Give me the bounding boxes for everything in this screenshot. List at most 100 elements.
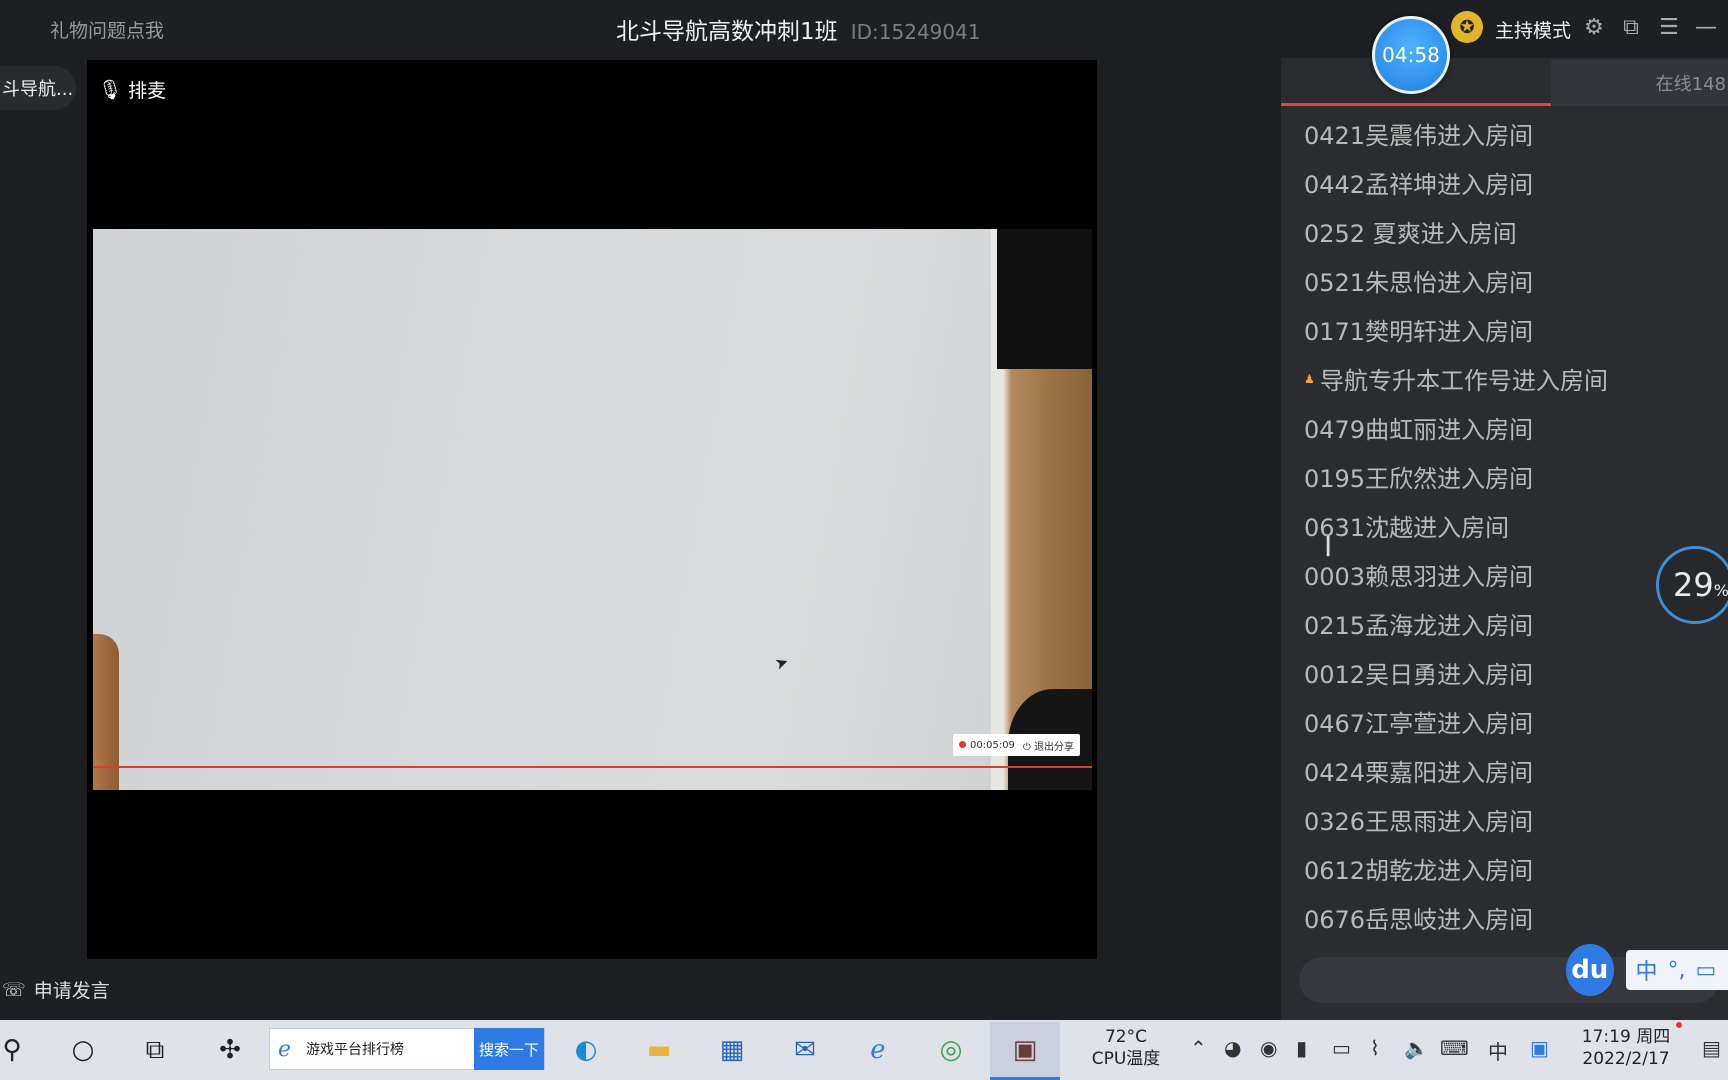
room-id: ID:15249041 bbox=[850, 20, 981, 44]
cpu-temp-label: CPU温度 bbox=[1091, 1049, 1161, 1069]
search-submit-button[interactable]: 搜索一下 bbox=[474, 1028, 544, 1070]
chat-message-user: 0479曲虹丽 bbox=[1304, 416, 1438, 444]
green-app-icon[interactable]: ◎ bbox=[931, 1030, 971, 1070]
search-box-text: 游戏平台排行榜 bbox=[306, 1042, 404, 1058]
camera-video-feed: 00:05:09 ⏻ 退出分享 bbox=[93, 229, 1092, 790]
fan-app-icon[interactable]: ✣ bbox=[210, 1030, 250, 1070]
screen-share-bar: 00:05:09 ⏻ 退出分享 bbox=[953, 734, 1081, 756]
recording-dot-icon bbox=[959, 740, 966, 748]
ie-browser-icon: ℯ bbox=[278, 1036, 292, 1062]
task-view-icon[interactable]: ⧉ bbox=[135, 1030, 175, 1070]
wifi-icon[interactable]: ⌇ bbox=[1370, 1036, 1380, 1060]
chat-message: 0003赖思羽 进入房间 bbox=[1304, 550, 1714, 599]
clock-time: 17:19 周四 bbox=[1581, 1027, 1671, 1047]
chat-message-list: 0421吴震伟 进入房间 0442孟祥坤 进入房间 0252 夏爽 进入房间 0521… bbox=[1304, 109, 1714, 942]
tab-online-users[interactable]: 在线148 bbox=[1551, 60, 1728, 106]
cpu-temperature: 72°C CPU温度 bbox=[1087, 1026, 1165, 1070]
gift-issue-link[interactable]: 礼物问题点我 bbox=[50, 16, 164, 43]
volume-icon[interactable]: 🔈 bbox=[1404, 1036, 1429, 1060]
chat-message-user: 0171樊明轩 bbox=[1304, 318, 1438, 346]
store-icon[interactable]: ▦ bbox=[712, 1030, 752, 1070]
chat-message-action: 进入房间 bbox=[1437, 906, 1534, 934]
chat-message-user: 0467江亭萱 bbox=[1304, 710, 1438, 738]
chat-message: 0012吴日勇 进入房间 bbox=[1304, 648, 1714, 697]
chat-message: 0676岳思岐 进入房间 bbox=[1304, 893, 1714, 942]
room-title: 北斗导航高数冲刺1班 bbox=[616, 19, 838, 45]
course-name-pill[interactable]: 斗导航... bbox=[0, 66, 76, 110]
chat-message-user: 0676岳思岐 bbox=[1304, 906, 1438, 934]
host-avatar[interactable]: ✪ bbox=[1451, 11, 1483, 43]
settings-gear-icon[interactable]: ⚙ bbox=[1580, 13, 1608, 41]
microphone-icon: 🎙 bbox=[98, 79, 123, 101]
file-explorer-icon[interactable]: ▬ bbox=[639, 1030, 679, 1070]
system-clock[interactable]: 17:19 周四 2022/2/17 bbox=[1576, 1026, 1676, 1070]
baidu-ime-tray-icon[interactable]: ▣ bbox=[1530, 1036, 1549, 1060]
ime-lang-toggle[interactable]: 中 bbox=[1636, 954, 1658, 986]
countdown-timer: 04:58 bbox=[1372, 16, 1450, 94]
chat-message-user: 0424栗嘉阳 bbox=[1304, 759, 1438, 787]
chat-message-user: 导航专升本工作号 bbox=[1320, 367, 1512, 395]
cpu-temp-value: 72°C bbox=[1104, 1027, 1147, 1047]
chat-message: 0631沈越 进入房间 bbox=[1304, 501, 1714, 550]
clock-date: 2022/2/17 bbox=[1582, 1049, 1670, 1069]
chat-message: 0612胡乾龙 进入房间 bbox=[1304, 844, 1714, 893]
mail-icon[interactable]: ✉ bbox=[785, 1030, 825, 1070]
microphone-tray-icon[interactable]: ▮ bbox=[1296, 1036, 1307, 1060]
exit-share-button[interactable]: ⏻ 退出分享 bbox=[1023, 738, 1074, 753]
tray-language-indicator[interactable]: 中 bbox=[1488, 1036, 1508, 1065]
ime-strip: 中 °, ▭ bbox=[1625, 950, 1728, 990]
menu-icon[interactable]: ☰ bbox=[1655, 13, 1683, 41]
ie-icon[interactable]: ℯ bbox=[858, 1030, 898, 1070]
dark-corner bbox=[997, 229, 1092, 369]
queue-mic-label: 排麦 bbox=[128, 80, 167, 102]
chat-message-action: 进入房间 bbox=[1437, 710, 1534, 738]
ime-punct-icon[interactable]: °, bbox=[1668, 958, 1686, 983]
minimize-icon[interactable]: — bbox=[1692, 13, 1720, 41]
chat-message-user: 0252 夏爽 bbox=[1304, 220, 1421, 248]
chat-message: 0195王欣然 进入房间 bbox=[1304, 452, 1714, 501]
chat-message-user: 0012吴日勇 bbox=[1304, 661, 1438, 689]
chat-message: 0171樊明轩 进入房间 bbox=[1304, 305, 1714, 354]
chat-message-user: 0442孟祥坤 bbox=[1304, 171, 1438, 199]
chat-message: 0421吴震伟 进入房间 bbox=[1304, 109, 1714, 158]
phone-icon: ☏ bbox=[2, 978, 26, 1001]
chat-message-action: 进入房间 bbox=[1413, 514, 1510, 542]
classroom-app-icon[interactable]: ▣ bbox=[1005, 1030, 1045, 1070]
chat-message: 0479曲虹丽 进入房间 bbox=[1304, 403, 1714, 452]
chat-message-user: 0631沈越 bbox=[1304, 514, 1414, 542]
apply-speak-button[interactable]: ☏ 申请发言 bbox=[2, 976, 110, 1003]
chat-message-user: 0215孟海龙 bbox=[1304, 612, 1438, 640]
apply-speak-label: 申请发言 bbox=[33, 980, 110, 1002]
host-mode-label[interactable]: 主持模式 bbox=[1495, 16, 1571, 43]
chat-message-user: 0521朱思怡 bbox=[1304, 269, 1438, 297]
popout-icon[interactable]: ⧉ bbox=[1617, 13, 1645, 41]
search-icon[interactable]: ⚲ bbox=[0, 1030, 32, 1070]
chat-message-user: 0421吴震伟 bbox=[1304, 122, 1438, 150]
cpu-percent-unit: % bbox=[1713, 580, 1728, 600]
edge-browser-icon[interactable]: ◐ bbox=[566, 1030, 606, 1070]
notification-center-icon[interactable]: ▤ bbox=[1702, 1036, 1721, 1060]
cpu-usage-gauge[interactable]: 29% bbox=[1656, 546, 1728, 624]
cpu-percent-value: 29 bbox=[1673, 566, 1714, 604]
taskbar-search-box[interactable]: ℯ 游戏平台排行榜 搜索一下 bbox=[269, 1028, 545, 1070]
room-title-group: 北斗导航高数冲刺1班 ID:15249041 bbox=[616, 12, 981, 46]
chat-tabs: 在线148 bbox=[1281, 60, 1728, 106]
recording-progress-line bbox=[93, 766, 1092, 768]
notification-dot bbox=[1676, 1022, 1682, 1028]
battery-icon[interactable]: ▭ bbox=[1332, 1036, 1351, 1060]
chat-message: 0467江亭萱 进入房间 bbox=[1304, 697, 1714, 746]
chat-message-action: 进入房间 bbox=[1437, 661, 1534, 689]
chat-message: 0326王思雨 进入房间 bbox=[1304, 795, 1714, 844]
tray-chevron-up-icon[interactable]: ⌃ bbox=[1190, 1036, 1207, 1060]
share-timer: 00:05:09 bbox=[959, 740, 1015, 751]
tray-app-icon[interactable]: ◉ bbox=[1260, 1036, 1277, 1060]
qq-icon[interactable]: ◕ bbox=[1224, 1036, 1241, 1060]
queue-mic-button[interactable]: 🎙 排麦 bbox=[98, 76, 166, 103]
chat-message-action: 进入房间 bbox=[1437, 808, 1534, 836]
keyboard-icon[interactable]: ⌨ bbox=[1440, 1036, 1469, 1060]
chat-message: 0521朱思怡 进入房间 bbox=[1304, 256, 1714, 305]
ime-screen-icon[interactable]: ▭ bbox=[1696, 958, 1717, 983]
ime-logo-icon[interactable]: du bbox=[1566, 944, 1614, 996]
chat-message: 0252 夏爽 进入房间 bbox=[1304, 207, 1714, 256]
cortana-circle-icon[interactable]: ○ bbox=[63, 1030, 103, 1070]
